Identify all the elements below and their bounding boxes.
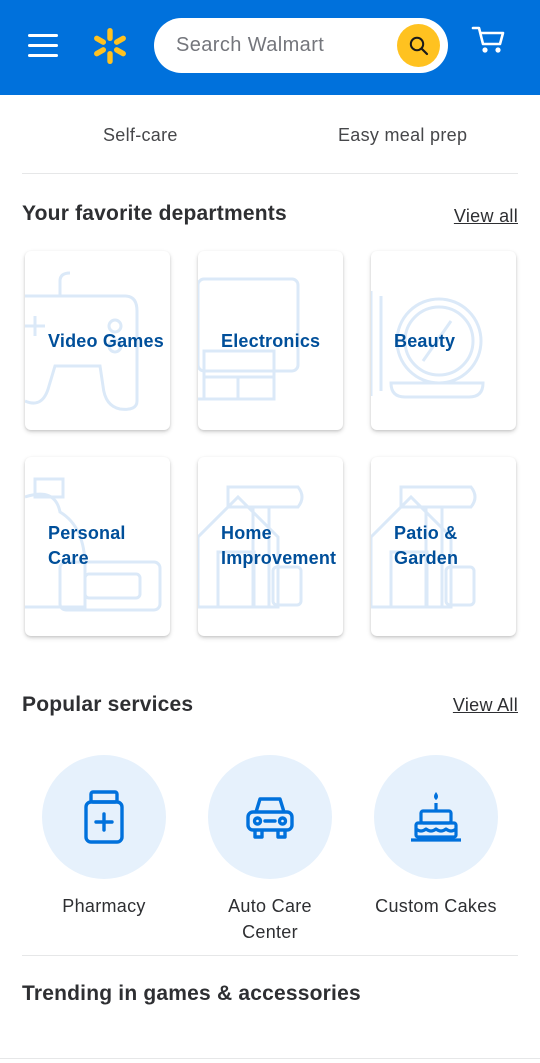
walmart-spark-icon[interactable] — [90, 26, 130, 66]
search-input[interactable] — [176, 30, 376, 60]
service-auto-care[interactable]: Auto Care Center — [187, 755, 353, 945]
service-custom-cakes[interactable]: Custom Cakes — [353, 755, 519, 919]
dept-card-home-improvement[interactable]: Home Improvement — [198, 457, 343, 636]
services-view-all-link[interactable]: View All — [453, 695, 518, 716]
search-bar — [154, 18, 448, 73]
services-title: Popular services — [22, 693, 194, 716]
dept-card-personal-care[interactable]: Personal Care — [25, 457, 170, 636]
trending-title: Trending in games & accessories — [22, 982, 361, 1005]
dept-label: Home Improvement — [221, 523, 337, 568]
divider — [22, 173, 518, 174]
service-label: Custom Cakes — [375, 896, 497, 916]
service-pharmacy[interactable]: Pharmacy — [21, 755, 187, 919]
divider — [22, 955, 518, 956]
hamburger-menu-icon[interactable] — [28, 31, 60, 59]
cart-icon[interactable] — [470, 22, 508, 58]
birthday-cake-icon — [411, 792, 461, 842]
chip-self-care[interactable]: Self-care — [103, 125, 178, 146]
car-icon — [246, 797, 294, 839]
dept-label: Personal Care — [48, 523, 126, 568]
dept-label: Video Games — [48, 331, 164, 351]
service-label: Auto Care Center — [228, 896, 312, 942]
top-header — [0, 0, 540, 95]
dept-card-beauty[interactable]: Beauty — [371, 251, 516, 430]
chip-easy-meal-prep[interactable]: Easy meal prep — [338, 125, 467, 146]
service-label: Pharmacy — [62, 896, 146, 916]
suggestion-chips: Self-care Easy meal prep — [0, 95, 540, 173]
dept-card-electronics[interactable]: Electronics — [198, 251, 343, 430]
departments-title: Your favorite departments — [22, 202, 287, 225]
service-circle — [374, 755, 498, 879]
search-icon — [409, 36, 428, 55]
dept-label: Electronics — [221, 331, 321, 351]
dept-card-patio-garden[interactable]: Patio & Garden — [371, 457, 516, 636]
pill-bottle-icon — [84, 790, 124, 844]
dept-card-video-games[interactable]: Video Games — [25, 251, 170, 430]
search-button[interactable] — [397, 24, 440, 67]
service-circle — [42, 755, 166, 879]
divider — [0, 1058, 540, 1059]
dept-label: Beauty — [394, 331, 456, 351]
service-circle — [208, 755, 332, 879]
dept-label: Patio & Garden — [394, 523, 459, 568]
departments-view-all-link[interactable]: View all — [454, 206, 518, 227]
